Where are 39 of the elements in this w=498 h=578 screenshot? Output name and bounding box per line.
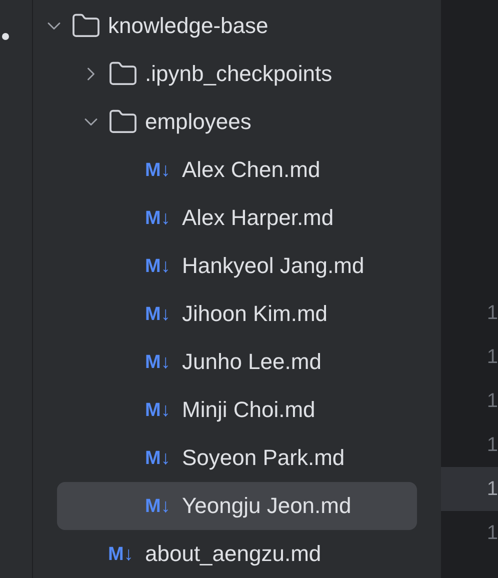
folder-row[interactable]: .ipynb_checkpoints (57, 50, 417, 98)
file-name: Hankyeol Jang.md (182, 255, 364, 277)
markdown-icon: M↓ (145, 400, 182, 420)
markdown-icon: M↓ (145, 448, 182, 468)
file-row[interactable]: M↓ Soyeon Park.md (57, 434, 417, 482)
file-name: Alex Harper.md (182, 207, 334, 229)
line-number: 1 (486, 523, 498, 543)
markdown-icon: M↓ (145, 256, 182, 276)
line-number: 1 (486, 391, 498, 411)
file-name: Minji Choi.md (182, 399, 316, 421)
markdown-icon: M↓ (145, 352, 182, 372)
line-number: 1 (486, 303, 498, 323)
line-number: 1 (486, 435, 498, 455)
file-row[interactable]: M↓ Jihoon Kim.md (57, 290, 417, 338)
file-row[interactable]: M↓ Alex Chen.md (57, 146, 417, 194)
file-name: Soyeon Park.md (182, 447, 345, 469)
markdown-icon: M↓ (145, 496, 182, 516)
folder-name: .ipynb_checkpoints (145, 63, 332, 85)
file-row[interactable]: M↓ Alex Harper.md (57, 194, 417, 242)
file-row[interactable]: M↓ Yeongju Jeon.md (57, 482, 417, 530)
file-row[interactable]: M↓ Minji Choi.md (57, 386, 417, 434)
folder-row[interactable]: employees (57, 98, 417, 146)
file-name: about_aengzu.md (145, 543, 322, 565)
line-number: 1 (486, 479, 498, 499)
folder-name: knowledge-base (108, 15, 268, 37)
file-name: Junho Lee.md (182, 351, 322, 373)
file-row[interactable]: M↓ Junho Lee.md (57, 338, 417, 386)
markdown-icon: M↓ (145, 304, 182, 324)
file-row[interactable]: M↓ Hankyeol Jang.md (57, 242, 417, 290)
folder-row[interactable]: knowledge-base (43, 2, 417, 50)
markdown-icon: M↓ (145, 208, 182, 228)
line-number: 1 (486, 347, 498, 367)
file-name: Yeongju Jeon.md (182, 495, 352, 517)
folder-name: employees (145, 111, 252, 133)
markdown-icon: M↓ (145, 160, 182, 180)
file-name: Jihoon Kim.md (182, 303, 328, 325)
file-name: Alex Chen.md (182, 159, 320, 181)
markdown-icon: M↓ (108, 544, 145, 564)
file-row[interactable]: M↓ about_aengzu.md (57, 530, 417, 578)
